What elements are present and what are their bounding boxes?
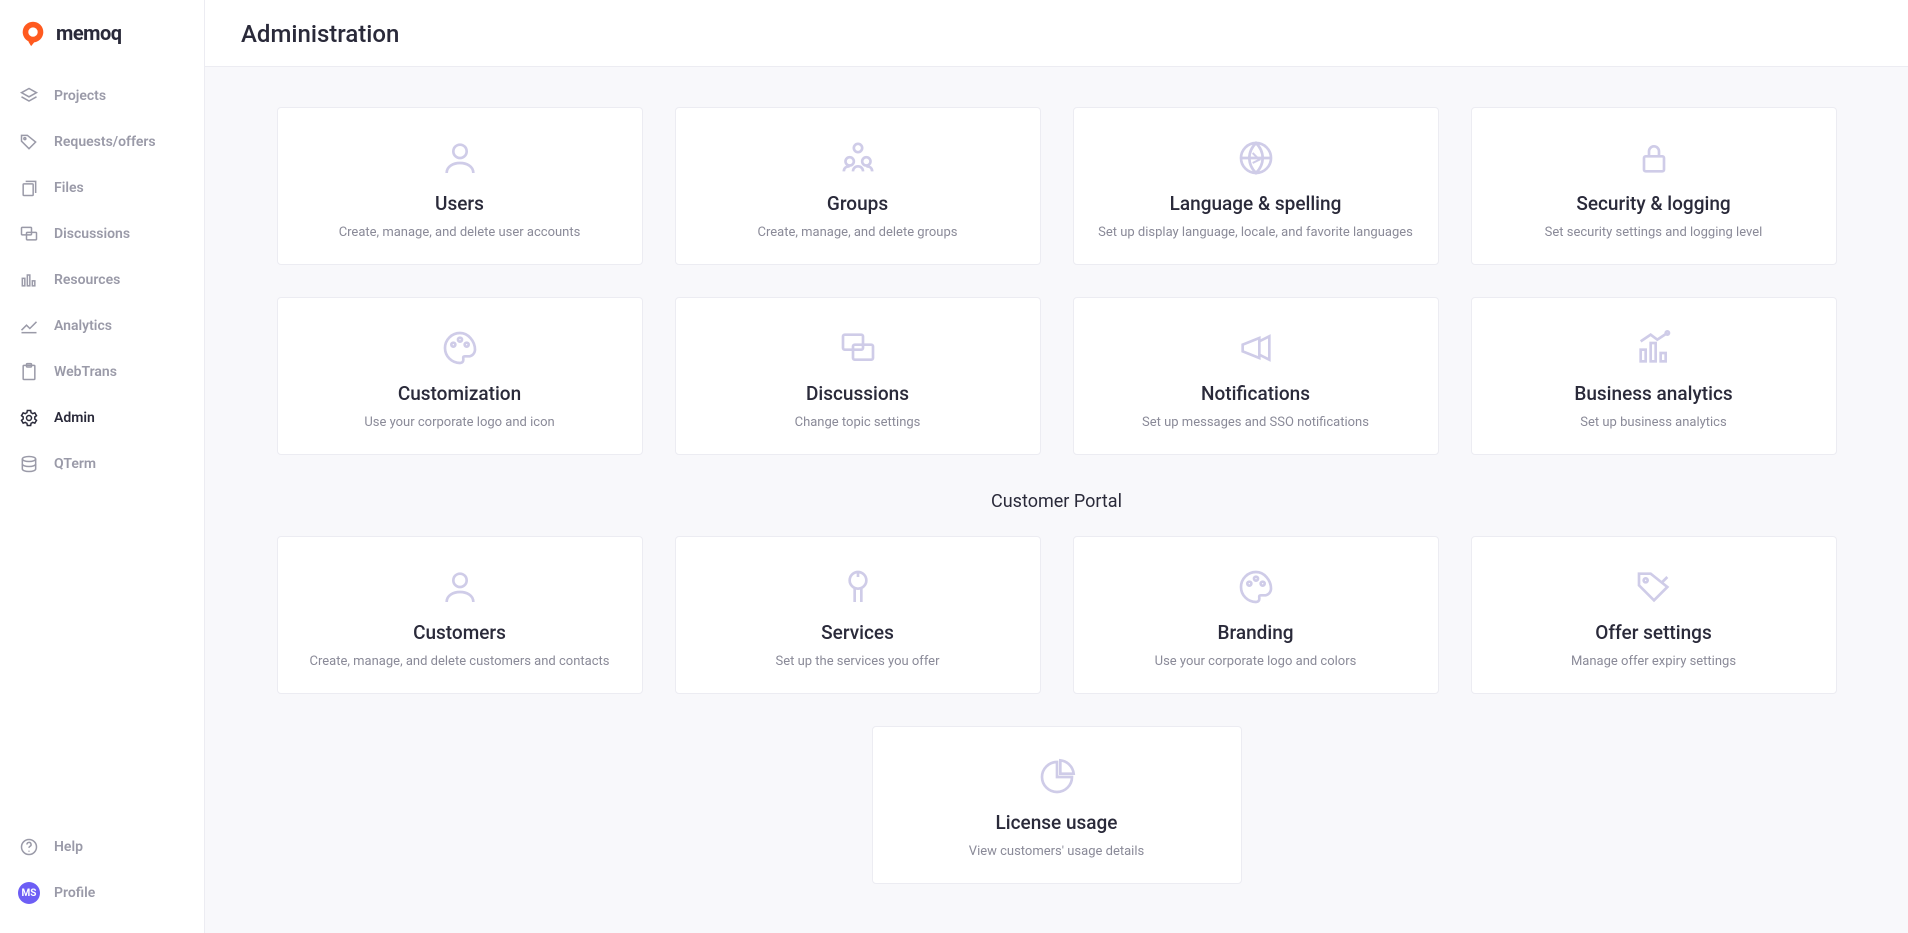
card-desc: Create, manage, and delete user accounts	[296, 225, 624, 240]
card-grid-license: License usage View customers' usage deta…	[872, 726, 1242, 884]
sidebar-item-profile[interactable]: MS Profile	[0, 871, 204, 915]
sidebar-item-requests[interactable]: Requests/offers	[0, 120, 204, 164]
layers-icon	[18, 85, 40, 107]
sidebar-item-label: WebTrans	[54, 364, 117, 380]
brand-name: memoq	[56, 21, 122, 45]
palette-icon	[296, 324, 624, 372]
card-title: Discussions	[694, 382, 1022, 405]
database-icon	[18, 453, 40, 475]
main: Administration Users Create, manage, and…	[205, 0, 1908, 933]
card-desc: Use your corporate logo and colors	[1092, 654, 1420, 669]
chat-icon	[18, 223, 40, 245]
card-title: Offer settings	[1490, 621, 1818, 644]
sidebar-item-help[interactable]: Help	[0, 825, 204, 869]
card-language[interactable]: Language & spelling Set up display langu…	[1073, 107, 1439, 265]
sidebar-item-label: Help	[54, 839, 83, 855]
card-title: Language & spelling	[1092, 192, 1420, 215]
card-desc: Set security settings and logging level	[1490, 225, 1818, 240]
card-desc: Set up the services you offer	[694, 654, 1022, 669]
avatar: MS	[18, 882, 40, 904]
sidebar-nav: Projects Requests/offers Files Discussio…	[0, 70, 204, 490]
sidebar-item-label: Discussions	[54, 226, 130, 242]
card-services[interactable]: Services Set up the services you offer	[675, 536, 1041, 694]
card-grid-customer-portal: Customers Create, manage, and delete cus…	[277, 536, 1837, 694]
clipboard-icon	[18, 361, 40, 383]
files-icon	[18, 177, 40, 199]
card-branding[interactable]: Branding Use your corporate logo and col…	[1073, 536, 1439, 694]
card-discussions[interactable]: Discussions Change topic settings	[675, 297, 1041, 455]
card-desc: Set up business analytics	[1490, 415, 1818, 430]
globe-icon	[1092, 134, 1420, 182]
sidebar-item-projects[interactable]: Projects	[0, 74, 204, 118]
sidebar-item-label: Files	[54, 180, 84, 196]
wrench-icon	[694, 563, 1022, 611]
card-license-usage[interactable]: License usage View customers' usage deta…	[872, 726, 1242, 884]
card-customers[interactable]: Customers Create, manage, and delete cus…	[277, 536, 643, 694]
card-notifications[interactable]: Notifications Set up messages and SSO no…	[1073, 297, 1439, 455]
palette-icon	[1092, 563, 1420, 611]
tag-icon	[18, 131, 40, 153]
sidebar-item-discussions[interactable]: Discussions	[0, 212, 204, 256]
card-title: Customers	[296, 621, 624, 644]
card-desc: Create, manage, and delete groups	[694, 225, 1022, 240]
sidebar-item-analytics[interactable]: Analytics	[0, 304, 204, 348]
trend-icon	[18, 315, 40, 337]
content-area: Users Create, manage, and delete user ac…	[205, 67, 1908, 933]
card-business-analytics[interactable]: Business analytics Set up business analy…	[1471, 297, 1837, 455]
card-groups[interactable]: Groups Create, manage, and delete groups	[675, 107, 1041, 265]
piechart-icon	[891, 753, 1223, 801]
topbar: Administration	[205, 0, 1908, 67]
sidebar-item-resources[interactable]: Resources	[0, 258, 204, 302]
card-grid-main: Users Create, manage, and delete user ac…	[277, 107, 1837, 455]
sidebar-item-label: QTerm	[54, 456, 96, 472]
card-desc: Create, manage, and delete customers and…	[296, 654, 624, 669]
card-desc: Set up messages and SSO notifications	[1092, 415, 1420, 430]
card-desc: Manage offer expiry settings	[1490, 654, 1818, 669]
sidebar-item-label: Profile	[54, 885, 95, 901]
brand-mark-icon	[18, 18, 48, 48]
brand-logo[interactable]: memoq	[0, 18, 204, 70]
help-icon	[18, 836, 40, 858]
user-icon	[296, 134, 624, 182]
section-heading-customer-portal: Customer Portal	[277, 491, 1837, 512]
sidebar: memoq Projects Requests/offers Files Dis…	[0, 0, 205, 933]
card-desc: View customers' usage details	[891, 844, 1223, 859]
sidebar-item-admin[interactable]: Admin	[0, 396, 204, 440]
analytics-icon	[1490, 324, 1818, 372]
card-title: Notifications	[1092, 382, 1420, 405]
megaphone-icon	[1092, 324, 1420, 372]
card-title: Branding	[1092, 621, 1420, 644]
discussion-icon	[694, 324, 1022, 372]
lock-icon	[1490, 134, 1818, 182]
gear-icon	[18, 407, 40, 429]
sidebar-item-qterm[interactable]: QTerm	[0, 442, 204, 486]
card-title: Services	[694, 621, 1022, 644]
sidebar-item-label: Analytics	[54, 318, 112, 334]
sidebar-item-label: Resources	[54, 272, 120, 288]
card-title: Customization	[296, 382, 624, 405]
card-desc: Set up display language, locale, and fav…	[1092, 225, 1420, 240]
sidebar-item-label: Requests/offers	[54, 134, 156, 150]
card-desc: Use your corporate logo and icon	[296, 415, 624, 430]
pricetag-icon	[1490, 563, 1818, 611]
group-icon	[694, 134, 1022, 182]
card-users[interactable]: Users Create, manage, and delete user ac…	[277, 107, 643, 265]
card-title: Security & logging	[1490, 192, 1818, 215]
sidebar-item-label: Projects	[54, 88, 106, 104]
card-customization[interactable]: Customization Use your corporate logo an…	[277, 297, 643, 455]
card-title: Users	[296, 192, 624, 215]
card-offer-settings[interactable]: Offer settings Manage offer expiry setti…	[1471, 536, 1837, 694]
card-title: Groups	[694, 192, 1022, 215]
customer-icon	[296, 563, 624, 611]
barchart-icon	[18, 269, 40, 291]
sidebar-item-files[interactable]: Files	[0, 166, 204, 210]
card-title: Business analytics	[1490, 382, 1818, 405]
sidebar-item-label: Admin	[54, 410, 95, 426]
page-title: Administration	[241, 20, 1872, 48]
sidebar-item-webtrans[interactable]: WebTrans	[0, 350, 204, 394]
card-title: License usage	[891, 811, 1223, 834]
card-desc: Change topic settings	[694, 415, 1022, 430]
card-security[interactable]: Security & logging Set security settings…	[1471, 107, 1837, 265]
